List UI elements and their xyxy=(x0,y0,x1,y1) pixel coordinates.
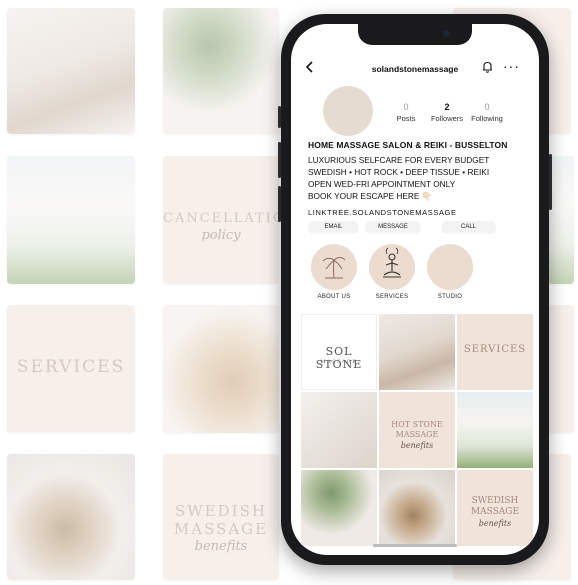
home-indicator[interactable] xyxy=(373,544,457,547)
post-hot-stone[interactable]: HOT STONE MASSAGE benefits xyxy=(379,392,455,468)
bg-swedish-script: benefits xyxy=(194,539,248,554)
following-label: Following xyxy=(471,114,503,123)
followers-count: 2 xyxy=(444,102,450,112)
highlight-label: SERVICES xyxy=(375,294,409,300)
logo-subtext: MASSAGE xyxy=(320,359,358,365)
bg-tile-house xyxy=(7,156,135,284)
bg-tile-cancellation: CANCELLATION policy xyxy=(163,156,279,284)
posts-count: 0 xyxy=(403,102,409,112)
stat-posts[interactable]: 0 Posts xyxy=(385,102,427,123)
logo-text: SOL STONE xyxy=(315,345,363,371)
post-logo[interactable]: SOL STONE MASSAGE xyxy=(301,314,377,390)
phone-screen: solandstonemassage ··· 0 Posts 2 Followe… xyxy=(291,24,539,555)
bg-tile-swedish: SWEDISH MASSAGE benefits xyxy=(163,454,279,580)
followers-label: Followers xyxy=(430,114,464,123)
highlight-about-us[interactable]: ABOUT US xyxy=(311,244,357,300)
hot-stone-title-1: HOT STONE xyxy=(391,420,443,429)
bio-line: LUXURIOUS SELFCARE FOR EVERY BUDGET xyxy=(308,155,490,165)
more-options-icon[interactable]: ··· xyxy=(503,58,520,74)
highlight-label: STUDIO xyxy=(437,294,463,300)
bio-line: OPEN WED-FRI APPOINTMENT ONLY xyxy=(308,179,456,189)
call-button[interactable]: CALL xyxy=(441,221,496,234)
post-hat-photo[interactable] xyxy=(379,470,455,546)
bg-tile-hat-wine xyxy=(7,454,135,580)
bg-swedish-title-2: MASSAGE xyxy=(173,520,269,538)
highlight-services[interactable]: SERVICES xyxy=(369,244,415,300)
post-treatment-photo[interactable] xyxy=(301,470,377,546)
bell-icon[interactable] xyxy=(482,61,493,76)
bg-tile-pampas xyxy=(163,305,279,433)
phone-volume-up xyxy=(278,142,281,178)
hot-stone-title-2: MASSAGE xyxy=(395,430,439,439)
following-count: 0 xyxy=(484,102,490,112)
swedish-title-1: SWEDISH xyxy=(471,496,519,506)
profile-bio: LUXURIOUS SELFCARE FOR EVERY BUDGET SWED… xyxy=(308,154,533,202)
swedish-title-2: MASSAGE xyxy=(470,507,520,517)
posts-label: Posts xyxy=(396,114,416,123)
phone-power-button xyxy=(549,154,552,210)
bio-line: SWEDISH • HOT ROCK • DEEP TISSUE • REIKI xyxy=(308,167,490,177)
profile-display-name: HOME MASSAGE SALON & REIKI - BUSSELTON xyxy=(308,140,508,150)
meditation-icon xyxy=(369,244,415,290)
bg-tile-women-chatting xyxy=(7,8,135,134)
phone-notch xyxy=(358,24,472,45)
profile-username: solandstonemassage xyxy=(371,64,459,74)
post-services-title: SERVICES xyxy=(463,344,527,355)
phone-side-button xyxy=(278,106,281,128)
post-house-photo[interactable] xyxy=(457,392,533,468)
highlight-label: ABOUT US xyxy=(317,294,351,300)
stat-following[interactable]: 0 Following xyxy=(466,102,508,123)
phone-mockup: solandstonemassage ··· 0 Posts 2 Followe… xyxy=(278,14,552,565)
hot-stone-script: benefits xyxy=(400,441,434,450)
bg-services-title: SERVICES xyxy=(16,357,126,377)
swedish-script: benefits xyxy=(478,519,512,528)
post-massage-photo[interactable] xyxy=(379,314,455,390)
bio-line: BOOK YOUR ESCAPE HERE 👇🏻 xyxy=(308,191,433,201)
phone-volume-down xyxy=(278,186,281,222)
email-button[interactable]: EMAIL xyxy=(308,221,359,234)
post-stones-photo[interactable] xyxy=(301,392,377,468)
bg-cancellation-script: policy xyxy=(201,228,241,243)
studio-highlight-cover xyxy=(427,244,473,290)
stat-followers[interactable]: 2 Followers xyxy=(426,102,468,123)
profile-top-bar: solandstonemassage ··· xyxy=(291,58,539,82)
post-services[interactable]: SERVICES xyxy=(457,314,533,390)
palm-icon xyxy=(311,244,357,290)
bg-cancellation-title: CANCELLATION xyxy=(163,211,279,226)
bg-swedish-title-1: SWEDISH xyxy=(175,502,267,520)
bg-tile-services-right xyxy=(548,305,574,433)
front-camera xyxy=(443,30,450,37)
avatar[interactable] xyxy=(323,86,373,136)
bg-tile-services: SERVICES xyxy=(7,305,135,433)
highlight-studio[interactable]: STUDIO xyxy=(427,244,473,300)
bg-tile-massage-photo xyxy=(163,8,279,134)
profile-link[interactable]: LINKTREE.SOLANDSTONEMASSAGE xyxy=(308,208,533,217)
message-button[interactable]: MESSAGE xyxy=(365,221,421,234)
post-swedish[interactable]: SWEDISH MASSAGE benefits xyxy=(457,470,533,546)
